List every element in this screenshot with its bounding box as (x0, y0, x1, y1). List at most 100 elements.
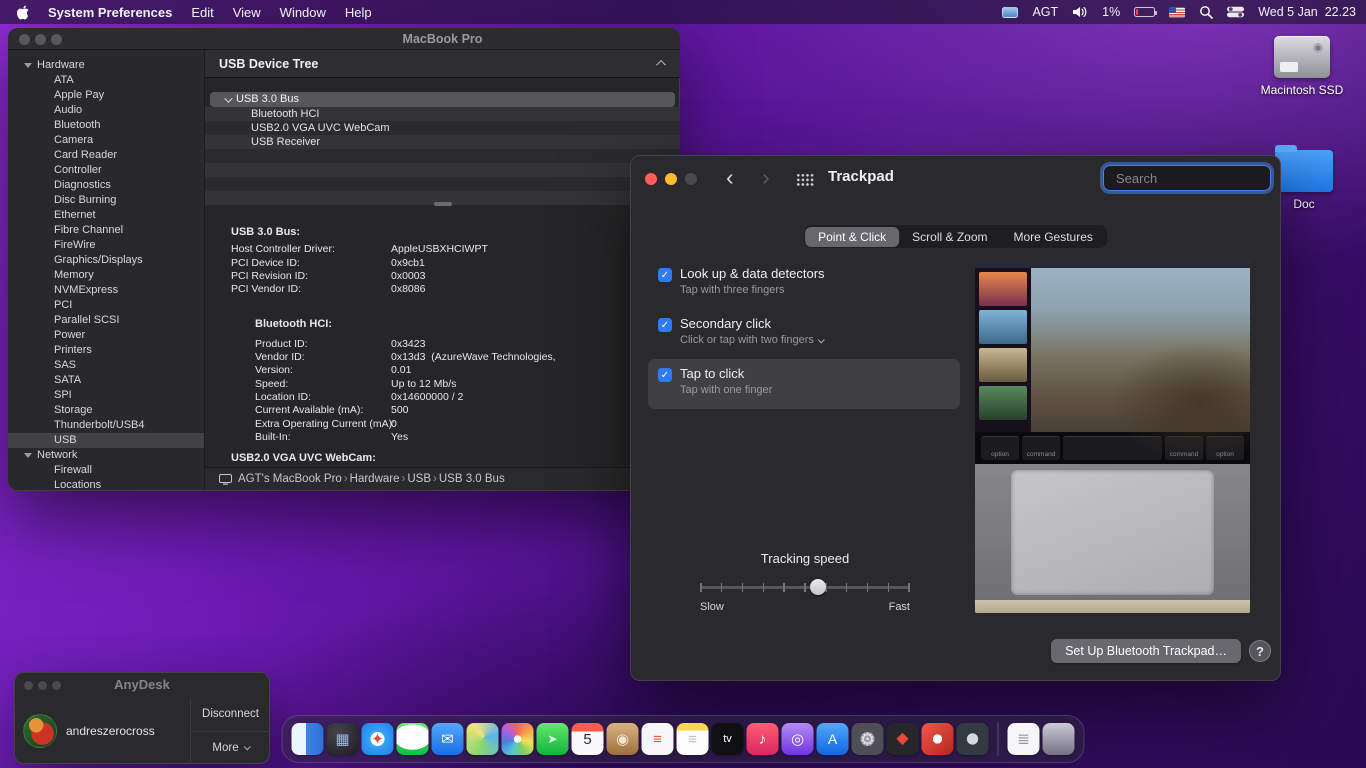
zoom-button[interactable] (52, 681, 61, 690)
sidebar-item-parallel-scsi[interactable]: Parallel SCSI (8, 313, 204, 328)
sidebar-item-storage[interactable]: Storage (8, 403, 204, 418)
tree-row-empty[interactable] (205, 163, 680, 177)
sidebar-item-ethernet[interactable]: Ethernet (8, 208, 204, 223)
menubar-clock[interactable]: Wed 5 Jan 22.23 (1258, 5, 1356, 19)
close-button[interactable] (19, 34, 30, 45)
disclosure-chevron-icon[interactable] (224, 94, 232, 102)
option-tap-to-click[interactable]: ✓Tap to clickTap with one finger (648, 359, 960, 409)
tree-item-usb-receiver[interactable]: USB Receiver (205, 135, 680, 149)
menu-view[interactable]: View (233, 5, 261, 20)
menu-help[interactable]: Help (345, 5, 372, 20)
tree-row-empty[interactable] (205, 149, 680, 163)
calendar-icon[interactable]: 5 (572, 723, 604, 755)
minimize-button[interactable] (665, 173, 677, 185)
chevron-down-icon[interactable] (818, 336, 825, 343)
tab-point-click[interactable]: Point & Click (805, 227, 899, 247)
music-icon[interactable]: ♪ (747, 723, 779, 755)
checkbox-tap-to-click[interactable]: ✓ (658, 368, 672, 382)
sidebar-item-thunderbolt-usb4[interactable]: Thunderbolt/USB4 (8, 418, 204, 433)
messages-icon[interactable] (397, 723, 429, 755)
textedit-icon[interactable]: ≣ (1008, 723, 1040, 755)
system-preferences-icon[interactable]: ⚙ (852, 723, 884, 755)
checkbox-secondary-click[interactable]: ✓ (658, 318, 672, 332)
sidebar-item-sata[interactable]: SATA (8, 373, 204, 388)
option-secondary-click[interactable]: ✓Secondary clickClick or tap with two fi… (648, 309, 960, 359)
search-field[interactable] (1103, 165, 1271, 191)
tracking-speed-slider[interactable] (700, 579, 910, 595)
volume-icon[interactable] (1072, 6, 1088, 18)
sidebar-item-camera[interactable]: Camera (8, 133, 204, 148)
sidebar-item-audio[interactable]: Audio (8, 103, 204, 118)
finder-icon[interactable] (292, 723, 324, 755)
control-center-icon[interactable] (1227, 6, 1244, 18)
tree-row-empty[interactable] (205, 177, 680, 191)
launchpad-icon[interactable]: ▦ (327, 723, 359, 755)
minimize-button[interactable] (38, 681, 47, 690)
apple-menu-icon[interactable] (16, 5, 29, 20)
photos-icon[interactable] (502, 723, 534, 755)
app-store-icon[interactable]: A (817, 723, 849, 755)
podcasts-icon[interactable]: ◎ (782, 723, 814, 755)
sidebar-item-usb[interactable]: USB (8, 433, 204, 448)
menubar-user[interactable]: AGT (1032, 5, 1058, 19)
sidebar-item-power[interactable]: Power (8, 328, 204, 343)
back-button[interactable]: ‹ (726, 163, 734, 191)
sidebar-item-diagnostics[interactable]: Diagnostics (8, 178, 204, 193)
photo-booth-icon[interactable] (957, 723, 989, 755)
trash-icon[interactable] (1043, 723, 1075, 755)
maps-icon[interactable] (467, 723, 499, 755)
anydesk-icon[interactable]: ◆ (887, 723, 919, 755)
mail-icon[interactable]: ✉ (432, 723, 464, 755)
disconnect-button[interactable]: Disconnect (191, 698, 270, 731)
red-app-icon[interactable] (922, 723, 954, 755)
usb-device-tree-header[interactable]: USB Device Tree (205, 50, 680, 78)
tab-scroll-zoom[interactable]: Scroll & Zoom (899, 227, 1000, 247)
checkbox-look-up-data-detectors[interactable]: ✓ (658, 268, 672, 282)
safari-icon[interactable]: ✦ (362, 723, 394, 755)
sidebar-item-firewall[interactable]: Firewall (8, 463, 204, 478)
close-button[interactable] (645, 173, 657, 185)
sidebar-group-network[interactable]: Network (8, 448, 204, 463)
spotlight-icon[interactable] (1199, 5, 1213, 19)
notes-icon[interactable]: ≡ (677, 723, 709, 755)
sidebar-item-firewire[interactable]: FireWire (8, 238, 204, 253)
desktop-icon-macintosh-ssd[interactable]: Macintosh SSD (1260, 36, 1344, 97)
zoom-button[interactable] (51, 34, 62, 45)
sidebar-item-nvmexpress[interactable]: NVMExpress (8, 283, 204, 298)
sidebar-item-memory[interactable]: Memory (8, 268, 204, 283)
menu-window[interactable]: Window (280, 5, 326, 20)
tree-item-usb-3-0-bus[interactable]: USB 3.0 Bus (210, 92, 675, 107)
sidebar-item-card-reader[interactable]: Card Reader (8, 148, 204, 163)
battery-icon[interactable] (1134, 7, 1155, 17)
sidebar-item-bluetooth[interactable]: Bluetooth (8, 118, 204, 133)
zoom-button[interactable] (685, 173, 697, 185)
reminders-icon[interactable]: ≡ (642, 723, 674, 755)
sidebar-item-printers[interactable]: Printers (8, 343, 204, 358)
more-button[interactable]: More (191, 731, 270, 765)
collapse-chevron-icon[interactable] (656, 60, 666, 70)
option-look-up-data-detectors[interactable]: ✓Look up & data detectorsTap with three … (648, 259, 960, 309)
sidebar-item-graphics-displays[interactable]: Graphics/Displays (8, 253, 204, 268)
sidebar-item-fibre-channel[interactable]: Fibre Channel (8, 223, 204, 238)
pane-splitter[interactable] (205, 202, 680, 206)
tv-icon[interactable]: tv (712, 723, 744, 755)
facetime-icon[interactable]: ➤ (537, 723, 569, 755)
forward-button[interactable]: › (762, 163, 770, 191)
tree-item-usb2-0-vga-uvc-webcam[interactable]: USB2.0 VGA UVC WebCam (205, 121, 680, 135)
setup-bluetooth-trackpad-button[interactable]: Set Up Bluetooth Trackpad… (1051, 639, 1241, 663)
close-button[interactable] (24, 681, 33, 690)
screen-sharing-icon[interactable] (1002, 7, 1018, 18)
menubar-app-name[interactable]: System Preferences (48, 5, 172, 20)
keyboard-layout-icon[interactable] (1169, 7, 1185, 18)
minimize-button[interactable] (35, 34, 46, 45)
menu-edit[interactable]: Edit (191, 5, 213, 20)
sidebar-item-sas[interactable]: SAS (8, 358, 204, 373)
sidebar-item-controller[interactable]: Controller (8, 163, 204, 178)
tab-more-gestures[interactable]: More Gestures (1001, 227, 1106, 247)
slider-knob[interactable] (810, 579, 826, 595)
help-button[interactable]: ? (1249, 640, 1271, 662)
show-all-grid-icon[interactable] (796, 173, 814, 186)
sidebar-item-pci[interactable]: PCI (8, 298, 204, 313)
sidebar-item-apple-pay[interactable]: Apple Pay (8, 88, 204, 103)
sidebar-item-disc-burning[interactable]: Disc Burning (8, 193, 204, 208)
